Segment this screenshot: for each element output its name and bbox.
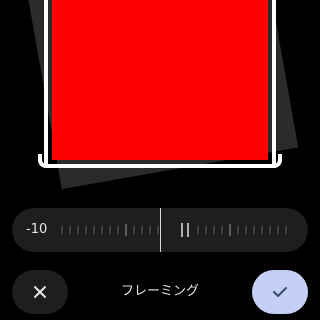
photo-editor-screen: -10 フレーミング — [0, 0, 320, 320]
mode-label: フレーミング — [120, 284, 199, 299]
check-icon — [273, 287, 287, 297]
close-icon — [34, 286, 46, 298]
crop-handle-bottom-right[interactable] — [268, 154, 282, 168]
slider-center-indicator — [160, 208, 161, 252]
slider-ticks — [61, 223, 287, 237]
crop-handle-bottom-left[interactable] — [38, 154, 52, 168]
straighten-value: -10 — [26, 222, 48, 237]
close-button[interactable] — [12, 270, 68, 314]
crop-frame[interactable] — [44, 0, 276, 168]
confirm-button[interactable] — [252, 270, 308, 314]
photo-preview — [52, 0, 268, 160]
